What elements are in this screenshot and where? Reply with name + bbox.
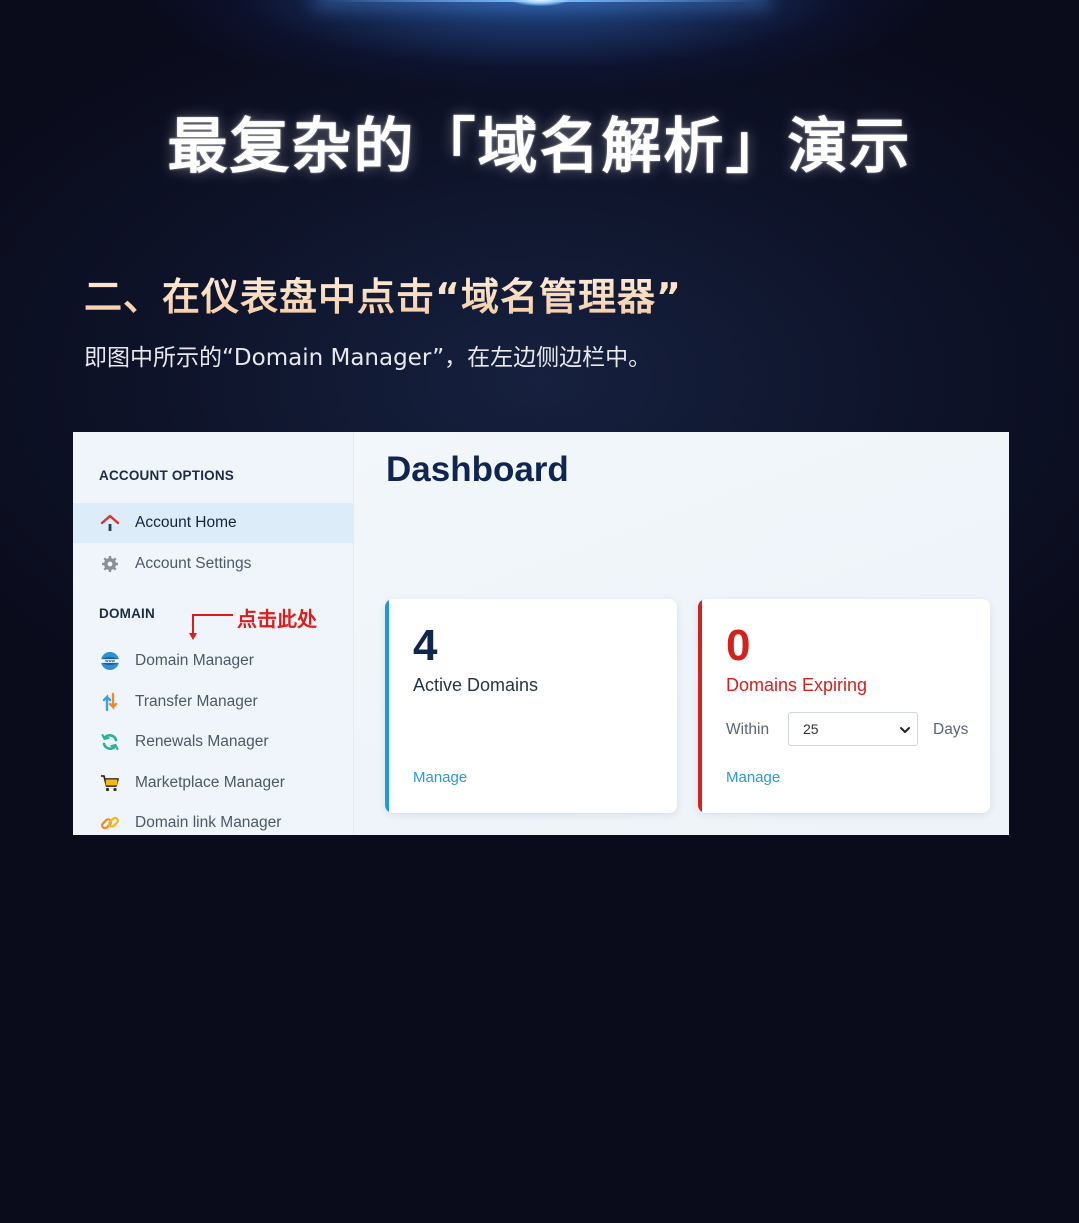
- card-accent-bar: [698, 599, 702, 813]
- annotation-click-here: 点击此处: [237, 607, 317, 631]
- refresh-icon: [100, 732, 120, 752]
- sidebar-item-transfer-manager[interactable]: Transfer Manager: [73, 682, 353, 722]
- expiring-days-select[interactable]: 25: [788, 712, 918, 746]
- sidebar-item-account-home[interactable]: Account Home: [73, 503, 353, 543]
- dashboard-screenshot: ACCOUNT OPTIONS Account Home Account Set…: [73, 432, 1009, 835]
- active-domains-label: Active Domains: [413, 675, 539, 695]
- sidebar-item-domain-link-manager[interactable]: Domain link Manager: [73, 803, 353, 835]
- sidebar-item-label: Marketplace Manager: [135, 774, 285, 791]
- link-icon: [100, 813, 120, 833]
- gear-icon: [100, 554, 120, 574]
- page-title: Dashboard: [386, 450, 569, 489]
- select-value: 25: [803, 721, 819, 737]
- within-label: Within: [726, 721, 770, 738]
- sidebar-item-label: Account Home: [135, 514, 237, 531]
- active-domains-card: 4 Active Domains Manage: [385, 599, 677, 813]
- domains-expiring-manage-link[interactable]: Manage: [726, 769, 780, 786]
- sidebar-item-label: Account Settings: [135, 555, 252, 572]
- sidebar-item-domain-manager[interactable]: www Domain Manager: [73, 641, 353, 681]
- dashboard-main: Dashboard 4 Active Domains Manage 0 Doma…: [354, 432, 1009, 835]
- step-description: 即图中所示的“Domain Manager”，在左边侧边栏中。: [84, 345, 652, 371]
- domains-expiring-count: 0: [726, 621, 751, 670]
- sidebar-item-account-settings[interactable]: Account Settings: [73, 544, 353, 584]
- card-accent-bar: [385, 599, 389, 813]
- active-domains-manage-link[interactable]: Manage: [413, 769, 467, 786]
- days-label: Days: [933, 721, 969, 738]
- sidebar-item-label: Domain Manager: [135, 652, 254, 669]
- sidebar: ACCOUNT OPTIONS Account Home Account Set…: [73, 432, 354, 835]
- domains-expiring-card: 0 Domains Expiring Within 25 Days Manage: [698, 599, 990, 813]
- home-icon: [100, 513, 120, 533]
- top-glow-spot: [510, 0, 570, 6]
- sidebar-item-label: Renewals Manager: [135, 733, 269, 750]
- www-globe-icon: www: [100, 651, 120, 671]
- chevron-down-icon: [899, 723, 911, 739]
- svg-text:www: www: [105, 659, 116, 663]
- domains-expiring-label: Domains Expiring: [726, 675, 868, 695]
- account-options-heading: ACCOUNT OPTIONS: [99, 468, 235, 483]
- step-title: 二、在仪表盘中点击“域名管理器”: [84, 266, 682, 321]
- domain-heading: DOMAIN: [99, 606, 155, 621]
- sidebar-item-label: Transfer Manager: [135, 693, 258, 710]
- cart-icon: [100, 773, 120, 793]
- annotation-arrow-icon: [189, 614, 233, 640]
- hero-title: 最复杂的「域名解析」演示: [167, 112, 912, 182]
- sidebar-item-marketplace-manager[interactable]: Marketplace Manager: [73, 763, 353, 803]
- transfer-arrows-icon: [100, 692, 120, 712]
- sidebar-item-renewals-manager[interactable]: Renewals Manager: [73, 722, 353, 762]
- sidebar-item-label: Domain link Manager: [135, 814, 282, 831]
- active-domains-count: 4: [413, 621, 438, 670]
